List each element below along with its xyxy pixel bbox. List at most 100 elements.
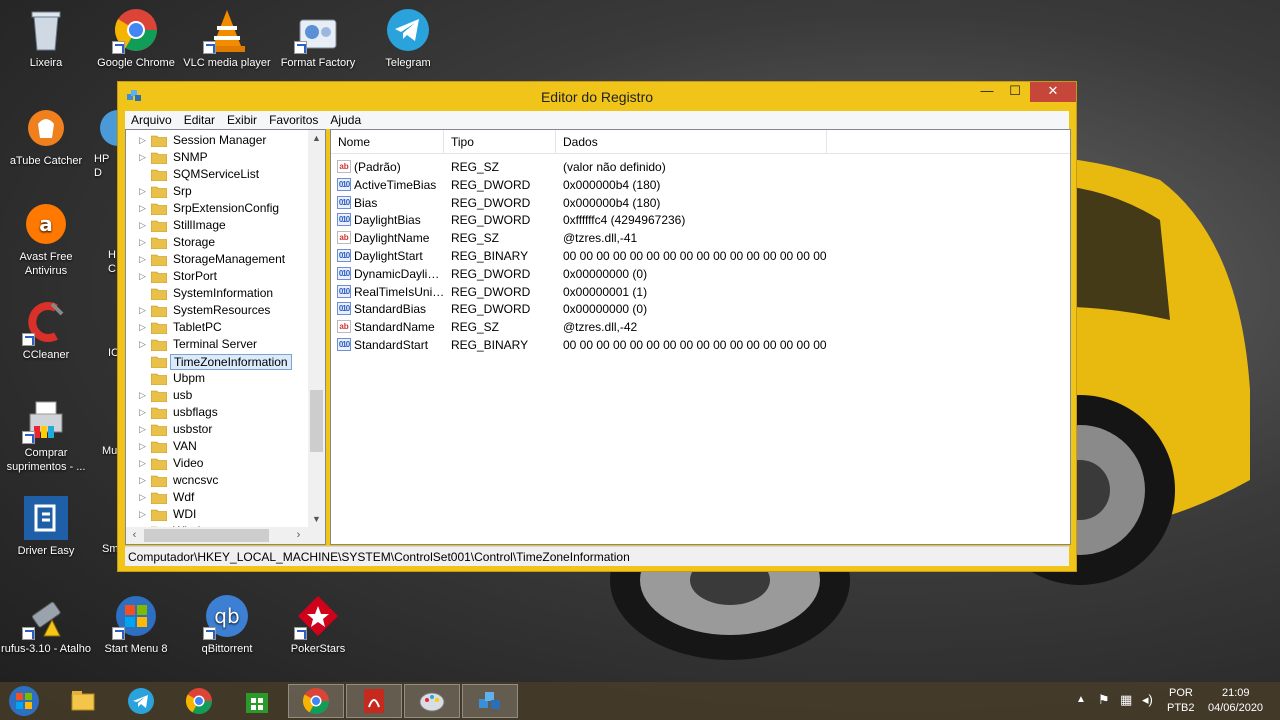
desktop-icon-telegram[interactable]: Telegram — [362, 6, 454, 70]
value-row[interactable]: 010 DaylightBias REG_DWORD 0xffffffc4 (4294… — [331, 211, 1070, 229]
expand-arrow-icon[interactable]: ▷ — [139, 390, 146, 400]
expand-arrow-icon[interactable]: ▷ — [139, 441, 146, 451]
expand-arrow-icon[interactable]: ▷ — [139, 475, 146, 485]
tree-item[interactable]: ▷ Wdf — [126, 489, 312, 506]
keyboard-layout[interactable]: PTB2 — [1167, 702, 1195, 714]
value-row[interactable]: 010 ActiveTimeBias REG_DWORD 0x000000b4 (18… — [331, 176, 1070, 194]
value-row[interactable]: 010 Bias REG_DWORD 0x000000b4 (180) — [331, 194, 1070, 212]
tree-item[interactable]: TimeZoneInformation — [126, 353, 312, 370]
expand-arrow-icon[interactable]: ▷ — [139, 509, 146, 519]
minimize-button[interactable]: — — [974, 82, 1000, 102]
taskbar-button[interactable] — [346, 684, 402, 718]
menu-favoritos[interactable]: Favoritos — [263, 113, 324, 127]
column-header-tipo[interactable]: Tipo — [444, 130, 556, 154]
desktop-icon-rufus[interactable]: rufus-3.10 - Atalho — [0, 592, 92, 656]
desktop-icon-avast[interactable]: a Avast Free Antivirus — [0, 200, 92, 278]
scroll-up-arrow[interactable]: ▲ — [308, 130, 325, 147]
tree-item[interactable]: ▷ StorPort — [126, 268, 312, 285]
scroll-thumb[interactable] — [310, 390, 323, 452]
menu-ajuda[interactable]: Ajuda — [324, 113, 367, 127]
tree-item[interactable]: ▷ SystemResources — [126, 302, 312, 319]
taskbar-button[interactable] — [288, 684, 344, 718]
tree-item[interactable]: ▷ Srp — [126, 183, 312, 200]
tree-item[interactable]: ▷ VAN — [126, 438, 312, 455]
maximize-button[interactable]: ☐ — [1002, 82, 1028, 102]
desktop-icon-pokerstars[interactable]: PokerStars — [272, 592, 364, 656]
desktop-icon-start-menu[interactable]: Start Menu 8 — [90, 592, 182, 656]
desktop-icon-chrome[interactable]: Google Chrome — [90, 6, 182, 70]
tree-item[interactable]: Ubpm — [126, 370, 312, 387]
taskbar-button[interactable] — [462, 684, 518, 718]
taskbar-button[interactable] — [113, 684, 169, 718]
desktop-icon-recycle-bin[interactable]: Lixeira — [0, 6, 92, 70]
language-indicator[interactable]: POR — [1169, 687, 1193, 699]
expand-arrow-icon[interactable]: ▷ — [139, 322, 146, 332]
scroll-thumb[interactable] — [144, 529, 269, 542]
expand-arrow-icon[interactable]: ▷ — [139, 135, 146, 145]
expand-arrow-icon[interactable]: ▷ — [139, 186, 146, 196]
expand-arrow-icon[interactable]: ▷ — [139, 339, 146, 349]
value-row[interactable]: 010 StandardBias REG_DWORD 0x00000000 (0) — [331, 300, 1070, 318]
tree-item[interactable]: ▷ usb — [126, 387, 312, 404]
tree-item[interactable]: ▷ TabletPC — [126, 319, 312, 336]
desktop-icon-ccleaner[interactable]: CCleaner — [0, 298, 92, 362]
taskbar-button[interactable] — [55, 684, 111, 718]
clock-time[interactable]: 21:09 — [1222, 687, 1250, 699]
desktop-icon-printer[interactable]: Comprar suprimentos - ... — [0, 396, 92, 474]
column-header-dados[interactable]: Dados — [556, 130, 827, 154]
expand-arrow-icon[interactable]: ▷ — [139, 254, 146, 264]
desktop-icon-driver-easy[interactable]: Driver Easy — [0, 494, 92, 558]
expand-arrow-icon[interactable]: ▷ — [139, 492, 146, 502]
value-row[interactable]: 010DynamicDaylightTimeDisabled REG_DWORD 0… — [331, 265, 1070, 283]
tree-item[interactable]: ▷ SrpExtensionConfig — [126, 200, 312, 217]
tree-horizontal-scrollbar[interactable]: ‹ › — [126, 527, 325, 544]
tree-item[interactable]: SystemInformation — [126, 285, 312, 302]
volume-icon[interactable]: ◂) — [1142, 692, 1153, 708]
value-row[interactable]: ab StandardName REG_SZ @tzres.dll,-42 — [331, 318, 1070, 336]
expand-arrow-icon[interactable]: ▷ — [139, 203, 146, 213]
taskbar-button[interactable] — [404, 684, 460, 718]
tray-overflow-icon[interactable]: ▲ — [1076, 694, 1086, 705]
expand-arrow-icon[interactable]: ▷ — [139, 424, 146, 434]
tree-item[interactable]: ▷ Session Manager — [126, 132, 312, 149]
scroll-right-arrow[interactable]: › — [290, 527, 307, 544]
close-button[interactable]: ✕ — [1030, 82, 1076, 102]
menu-arquivo[interactable]: Arquivo — [125, 113, 178, 127]
tree-item[interactable]: ▷ StorageManagement — [126, 251, 312, 268]
expand-arrow-icon[interactable]: ▷ — [139, 305, 146, 315]
tree-vertical-scrollbar[interactable]: ▲ ▼ — [308, 130, 325, 528]
key-tree[interactable]: ▷Windows▷WDI▷Wdf▷wcncsvc▷Video▷VAN▷usbst… — [125, 129, 326, 545]
expand-arrow-icon[interactable]: ▷ — [139, 237, 146, 247]
tree-item[interactable]: ▷ usbflags — [126, 404, 312, 421]
taskbar-button[interactable] — [229, 684, 285, 718]
value-row[interactable]: 010RealTimeIsUniversal REG_DWORD 0x0000000… — [331, 283, 1070, 301]
desktop-icon-vlc[interactable]: VLC media player — [181, 6, 273, 70]
tree-item[interactable]: ▷ usbstor — [126, 421, 312, 438]
registry-editor-window[interactable]: Editor do Registro — ☐ ✕ Arquivo Editar … — [117, 81, 1077, 572]
network-icon[interactable]: ▦ — [1120, 692, 1132, 708]
flag-icon[interactable]: ⚑ — [1098, 692, 1110, 708]
tree-item[interactable]: ▷ WDI — [126, 506, 312, 523]
value-row[interactable]: ab (Padrão) REG_SZ (valor não definido) — [331, 158, 1070, 176]
tree-item[interactable]: ▷ SNMP — [126, 149, 312, 166]
scroll-left-arrow[interactable]: ‹ — [126, 527, 143, 544]
value-row[interactable]: ab DaylightName REG_SZ @tzres.dll,-41 — [331, 229, 1070, 247]
start-button[interactable] — [4, 684, 44, 718]
expand-arrow-icon[interactable]: ▷ — [139, 407, 146, 417]
value-row[interactable]: 010 StandardStart REG_BINARY 00 00 00 00 00… — [331, 336, 1070, 354]
column-header-nome[interactable]: Nome — [331, 130, 444, 154]
desktop-icon-hp[interactable]: HP D — [94, 104, 118, 180]
menu-exibir[interactable]: Exibir — [221, 113, 263, 127]
title-bar[interactable]: Editor do Registro — ☐ ✕ — [118, 82, 1076, 111]
expand-arrow-icon[interactable]: ▷ — [139, 458, 146, 468]
values-list[interactable]: Nome Tipo Dados ab (Padrão) REG_SZ (valor n… — [330, 129, 1071, 545]
tree-item[interactable]: ▷ wcncsvc — [126, 472, 312, 489]
clock-date[interactable]: 04/06/2020 — [1208, 702, 1263, 714]
expand-arrow-icon[interactable]: ▷ — [139, 220, 146, 230]
taskbar-button[interactable] — [171, 684, 227, 718]
desktop-icon-qbittorrent[interactable]: qb qBittorrent — [181, 592, 273, 656]
tree-item[interactable]: ▷ Terminal Server — [126, 336, 312, 353]
desktop-icon-atube[interactable]: aTube Catcher — [0, 104, 92, 168]
expand-arrow-icon[interactable]: ▷ — [139, 152, 146, 162]
desktop-icon-format-factory[interactable]: Format Factory — [272, 6, 364, 70]
